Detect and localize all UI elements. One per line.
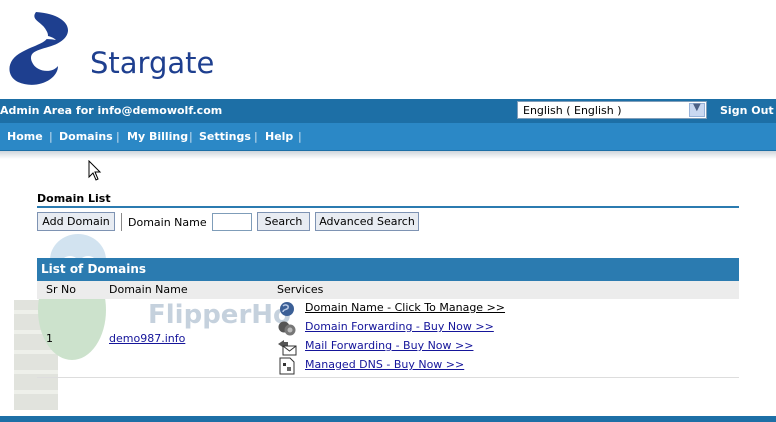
nav-separator: |: [298, 130, 302, 143]
language-value: English ( English ): [523, 104, 622, 117]
domain-forwarding-link[interactable]: Domain Forwarding - Buy Now >>: [305, 320, 494, 333]
sr-no-cell: 1: [46, 332, 53, 345]
section-divider: [37, 206, 739, 208]
nav-help[interactable]: Help: [265, 130, 293, 143]
forwarding-icon: [278, 321, 296, 336]
column-header-sr-no: Sr No: [46, 283, 76, 296]
list-of-domains-title: List of Domains: [41, 262, 147, 276]
service-item: Domain Name - Click To Manage >>: [277, 300, 577, 319]
domain-name-label: Domain Name: [128, 216, 207, 229]
domain-list-title: Domain List: [37, 192, 111, 205]
brand-name: Stargate: [90, 46, 215, 80]
list-of-domains-header: List of Domains: [37, 258, 739, 281]
domain-name-link[interactable]: demo987.info: [109, 332, 185, 345]
admin-bar: Admin Area for info@demowolf.com English…: [0, 99, 776, 123]
managed-dns-link[interactable]: Managed DNS - Buy Now >>: [305, 358, 464, 371]
globe-icon: [280, 302, 294, 316]
nav-separator: |: [254, 130, 258, 143]
main-nav: Home | Domains | My Billing | Settings |…: [0, 123, 776, 151]
domain-name-input[interactable]: [212, 213, 252, 231]
domain-manage-link[interactable]: Domain Name - Click To Manage >>: [305, 301, 505, 314]
mail-forwarding-link[interactable]: Mail Forwarding - Buy Now >>: [305, 339, 473, 352]
nav-domains[interactable]: Domains: [59, 130, 113, 143]
footer-bar: [0, 416, 776, 422]
column-header-domain-name: Domain Name: [109, 283, 188, 296]
add-domain-button[interactable]: Add Domain: [37, 212, 115, 231]
admin-area-text: Admin Area for info@demowolf.com: [0, 104, 223, 117]
logo-area: Stargate: [0, 0, 776, 99]
nav-separator: |: [49, 130, 53, 143]
stargate-swoosh-icon: [9, 12, 69, 85]
dns-document-icon: [279, 357, 295, 375]
service-item: Mail Forwarding - Buy Now >>: [277, 338, 577, 357]
mail-forward-icon: [278, 340, 297, 356]
nav-shadow: [0, 151, 776, 159]
chevron-down-icon[interactable]: ▼: [689, 102, 705, 117]
language-select[interactable]: English ( English ) ▼: [517, 101, 707, 119]
nav-separator: |: [189, 130, 193, 143]
search-button[interactable]: Search: [257, 212, 310, 231]
nav-home[interactable]: Home: [7, 130, 43, 143]
nav-separator: |: [116, 130, 120, 143]
mouse-cursor-icon: [88, 160, 102, 181]
sign-out-link[interactable]: Sign Out: [720, 104, 774, 117]
nav-my-billing[interactable]: My Billing: [127, 130, 188, 143]
service-item: Domain Forwarding - Buy Now >>: [277, 319, 577, 338]
toolbar-separator: [121, 213, 122, 231]
advanced-search-button[interactable]: Advanced Search: [315, 212, 419, 231]
nav-settings[interactable]: Settings: [199, 130, 251, 143]
table-row: 1 demo987.info Domain Name - Click To Ma…: [37, 299, 739, 378]
service-item: Managed DNS - Buy Now >>: [277, 357, 577, 376]
table-column-headers: Sr No Domain Name Services: [37, 281, 739, 299]
column-header-services: Services: [277, 283, 324, 296]
